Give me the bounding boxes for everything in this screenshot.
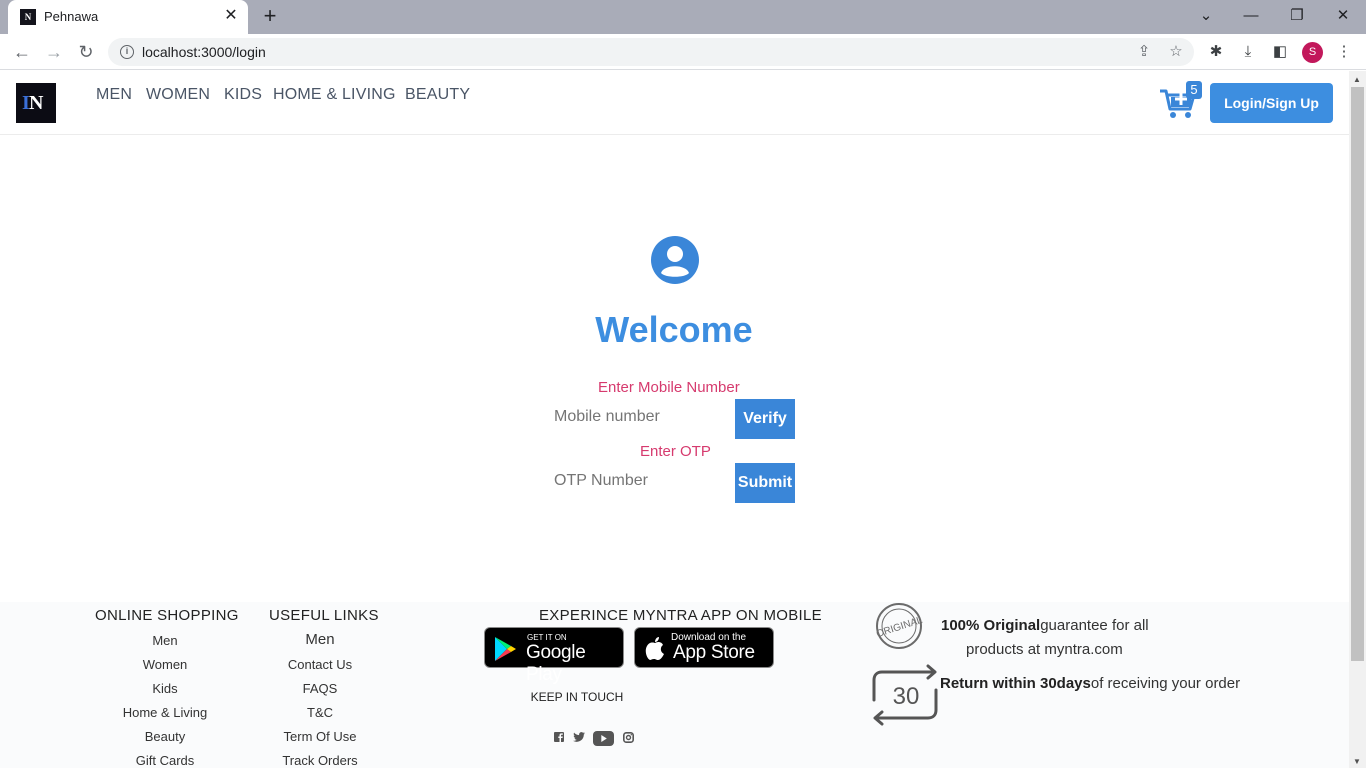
site-logo[interactable]: IN [16,83,56,123]
otp-input[interactable] [550,463,733,499]
site-header: IN MEN WOMEN KIDS HOME & LIVING BEAUTY 5… [0,71,1349,135]
original-stamp-icon: ORIGINAL [875,603,924,649]
original-stamp-text: ORIGINAL [875,615,924,640]
footer-term-of-use[interactable]: Term Of Use [270,729,370,744]
submit-button[interactable]: Submit [735,463,795,503]
return-policy-rest: of receiving your order [1090,675,1241,692]
login-signup-button[interactable]: Login/Sign Up [1210,83,1333,123]
tab-close-icon[interactable]: ✕ [222,7,240,25]
return-policy-bold: Return within 30days [940,675,1091,692]
google-play-small-text: GET IT ON [527,633,567,642]
footer-track-orders[interactable]: Track Orders [270,753,370,768]
page-scrollbar[interactable]: ▲ ▼ [1349,71,1366,768]
site-info-icon[interactable]: i [120,45,134,59]
forward-icon[interactable]: → [41,39,67,65]
share-icon[interactable]: ⇪ [1134,42,1154,62]
page-viewport: IN MEN WOMEN KIDS HOME & LIVING BEAUTY 5… [0,71,1349,768]
tab-favicon: N [20,9,36,25]
footer-link-beauty[interactable]: Beauty [115,729,215,744]
minimize-button[interactable]: — [1237,4,1265,28]
new-tab-button[interactable]: + [258,5,282,29]
user-avatar-icon [651,236,699,284]
scroll-thumb[interactable] [1351,87,1364,661]
google-play-icon [495,637,516,661]
cart-count-badge: 5 [1186,81,1202,99]
original-guarantee-bold: 100% Original [941,617,1041,634]
facebook-icon[interactable] [554,732,564,742]
browser-tab[interactable]: N Pehnawa ✕ [8,0,248,34]
original-guarantee-rest: guarantee for all [1040,617,1149,634]
twitter-icon[interactable] [573,732,585,742]
restore-button[interactable]: ❐ [1283,4,1311,28]
site-footer: ONLINE SHOPPING Men Women Kids Home & Li… [0,602,1349,768]
scroll-down-arrow[interactable]: ▼ [1353,757,1361,766]
mobile-number-label: Enter Mobile Number [598,379,740,396]
footer-link-women[interactable]: Women [115,657,215,672]
app-heading: EXPERINCE MYNTRA APP ON MOBILE [539,607,822,624]
keep-in-touch-heading: KEEP IN TOUCH [530,690,624,704]
mobile-number-input[interactable] [550,399,733,435]
profile-avatar[interactable]: S [1302,42,1323,63]
tab-search-icon[interactable]: ⌄ [1192,4,1220,28]
back-icon[interactable]: ← [9,39,35,65]
browser-toolbar: ← → ↻ i localhost:3000/login ⇪ ☆ ✱ ⤓ ◧ S… [0,34,1366,70]
apple-icon [645,637,664,660]
footer-link-men[interactable]: Men [115,633,215,648]
footer-tnc[interactable]: T&C [270,705,370,720]
google-play-button[interactable]: GET IT ON Google Play [484,627,624,685]
return-policy-text: Return within 30daysof receiving your or… [940,675,1240,692]
youtube-icon[interactable] [593,731,614,746]
instagram-icon[interactable] [623,732,634,743]
welcome-heading: Welcome [595,309,753,350]
download-icon[interactable]: ⤓ [1237,42,1259,62]
online-shopping-heading: ONLINE SHOPPING [95,607,239,624]
menu-kebab-icon[interactable]: ⋮ [1333,42,1355,62]
browser-tabstrip: N Pehnawa ✕ + ⌄ — ❐ ✕ [0,0,1366,34]
extensions-icon[interactable]: ✱ [1205,42,1227,62]
footer-link-home-living[interactable]: Home & Living [115,705,215,720]
original-guarantee-line2: products at myntra.com [966,641,1123,658]
verify-button[interactable]: Verify [735,399,795,439]
tab-title: Pehnawa [44,9,99,24]
close-window-button[interactable]: ✕ [1329,4,1357,28]
reload-icon[interactable]: ↻ [73,39,99,65]
bookmark-star-icon[interactable]: ☆ [1166,42,1186,62]
useful-links-heading: USEFUL LINKS [269,607,379,624]
nav-men[interactable]: MEN [96,86,132,104]
footer-contact-us[interactable]: Contact Us [270,657,370,672]
nav-women[interactable]: WOMEN [146,86,210,104]
footer-link-kids[interactable]: Kids [115,681,215,696]
app-store-button[interactable]: Download on the App Store [634,627,774,668]
footer-useful-men[interactable]: Men [270,631,370,648]
nav-beauty[interactable]: BEAUTY [405,86,470,104]
footer-faqs[interactable]: FAQS [270,681,370,696]
google-play-big-text: Google Play [526,642,586,685]
side-panel-icon[interactable]: ◧ [1269,42,1291,62]
return-30-icon: 30 [872,664,938,726]
address-bar[interactable]: i localhost:3000/login ⇪ ☆ [108,38,1194,66]
url-text[interactable]: localhost:3000/login [142,44,266,60]
app-store-big-text: App Store [673,642,755,663]
nav-home-living[interactable]: HOME & LIVING [273,86,396,104]
otp-label: Enter OTP [640,443,711,460]
original-guarantee-line1: 100% Originalguarantee for all [941,617,1149,634]
scroll-up-arrow[interactable]: ▲ [1353,75,1361,84]
footer-link-gift-cards[interactable]: Gift Cards [115,753,215,768]
nav-kids[interactable]: KIDS [224,86,262,104]
return-30-number: 30 [893,683,920,710]
